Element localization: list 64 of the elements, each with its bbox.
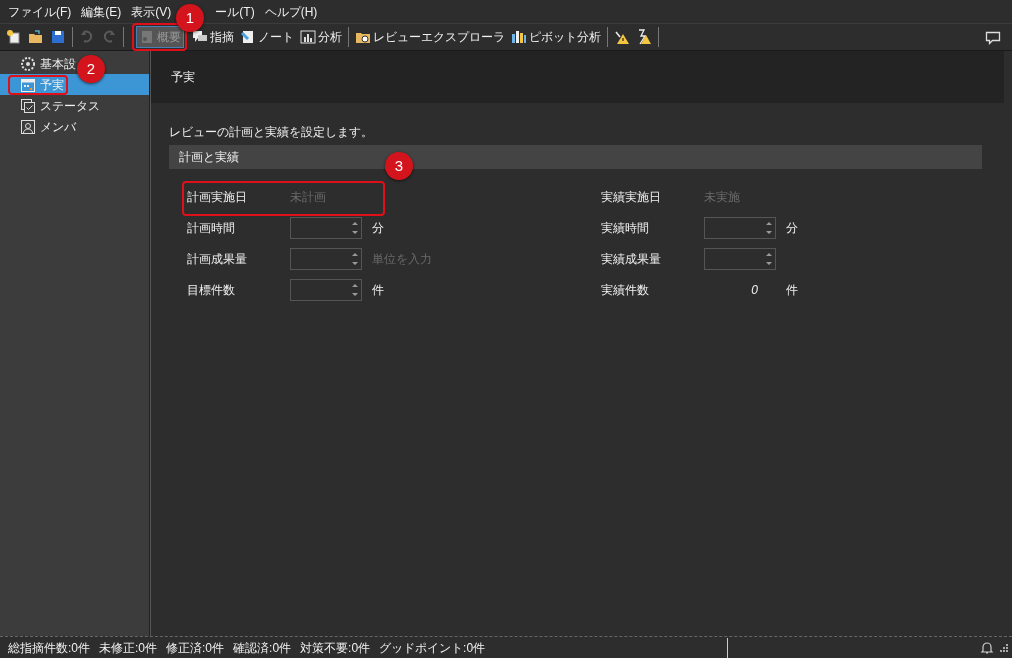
warning-icon <box>636 29 652 45</box>
unit-label: 件 <box>786 281 798 299</box>
date-value: 未実施 <box>704 188 740 206</box>
count-value: 0 <box>751 281 758 299</box>
note-pencil-icon <box>240 29 256 45</box>
spinner-arrows-icon[interactable] <box>352 220 358 235</box>
gear-icon <box>20 55 36 72</box>
field-label: 実績成果量 <box>601 250 662 268</box>
open-folder-icon <box>28 29 44 45</box>
status-text: 総指摘件数:0件 <box>8 639 90 657</box>
field-label: 計画時間 <box>187 219 236 237</box>
status-text: グッドポイント:0件 <box>379 639 486 657</box>
status-text: 修正済:0件 <box>166 639 225 657</box>
menu-item[interactable]: 表示(V) <box>127 2 176 21</box>
checkbox-icon <box>20 97 36 114</box>
highlight-frame <box>8 75 68 95</box>
status-text: 確認済:0件 <box>233 639 292 657</box>
bar-chart-icon <box>511 29 527 45</box>
status-text: 未修正:0件 <box>99 639 158 657</box>
bar-chart-icon <box>300 29 316 45</box>
field-label: 実績時間 <box>601 219 650 237</box>
spinner-arrows-icon[interactable] <box>352 251 358 266</box>
warning-icon <box>614 29 630 45</box>
sidebar-item[interactable]: 基本設 <box>0 53 77 74</box>
field-label: 実績件数 <box>601 281 650 299</box>
spinner-arrows-icon[interactable] <box>766 220 772 235</box>
field-label: 計画実施日 <box>187 188 248 206</box>
bell-icon[interactable] <box>980 640 994 655</box>
spinner-arrows-icon[interactable] <box>352 282 358 297</box>
new-document-icon <box>6 29 22 45</box>
person-card-icon <box>20 118 36 135</box>
field-label: 実績実施日 <box>601 188 662 206</box>
toolbar-button[interactable]: レビューエクスプローラ <box>353 26 507 48</box>
undo-icon <box>79 29 95 45</box>
field-label: 目標件数 <box>187 281 236 299</box>
save-icon <box>50 29 66 45</box>
number-input-field[interactable] <box>290 247 362 270</box>
unit-label: 分 <box>786 219 798 237</box>
resize-grip-icon[interactable] <box>1000 643 1008 652</box>
number-input-field[interactable] <box>290 216 362 239</box>
number-input-field[interactable] <box>290 278 362 301</box>
section-title: 計画と実績 <box>179 149 239 166</box>
menu-item[interactable]: ール(T) <box>211 2 259 21</box>
unit-label: 分 <box>372 219 384 237</box>
sidebar-item[interactable]: メンバ <box>0 116 77 137</box>
speech-bubble-icon[interactable] <box>985 31 1001 45</box>
toolbar-button[interactable]: ピボット分析 <box>509 26 603 48</box>
number-input-field[interactable] <box>704 216 776 239</box>
description-text: レビューの計画と実績を設定します。 <box>169 124 374 141</box>
menu-item[interactable]: 編集(E) <box>77 2 126 21</box>
field-label: 計画成果量 <box>187 250 248 268</box>
unit-label: 件 <box>372 281 384 299</box>
number-input-field[interactable] <box>704 247 776 270</box>
redo-icon <box>101 29 117 45</box>
page-title: 予実 <box>171 69 195 86</box>
status-text: 対策不要:0件 <box>300 639 371 657</box>
document-icon <box>139 29 155 45</box>
menu-item[interactable]: ファイル(F) <box>4 2 76 21</box>
menu-item[interactable]: ヘルプ(H) <box>260 2 322 21</box>
sidebar-item[interactable]: ステータス <box>0 95 101 116</box>
toolbar-button[interactable]: 分析 <box>298 26 344 48</box>
toolbar-button[interactable]: ノート <box>238 26 296 48</box>
calendar-icon <box>20 76 36 93</box>
spinner-arrows-icon[interactable] <box>766 251 772 266</box>
